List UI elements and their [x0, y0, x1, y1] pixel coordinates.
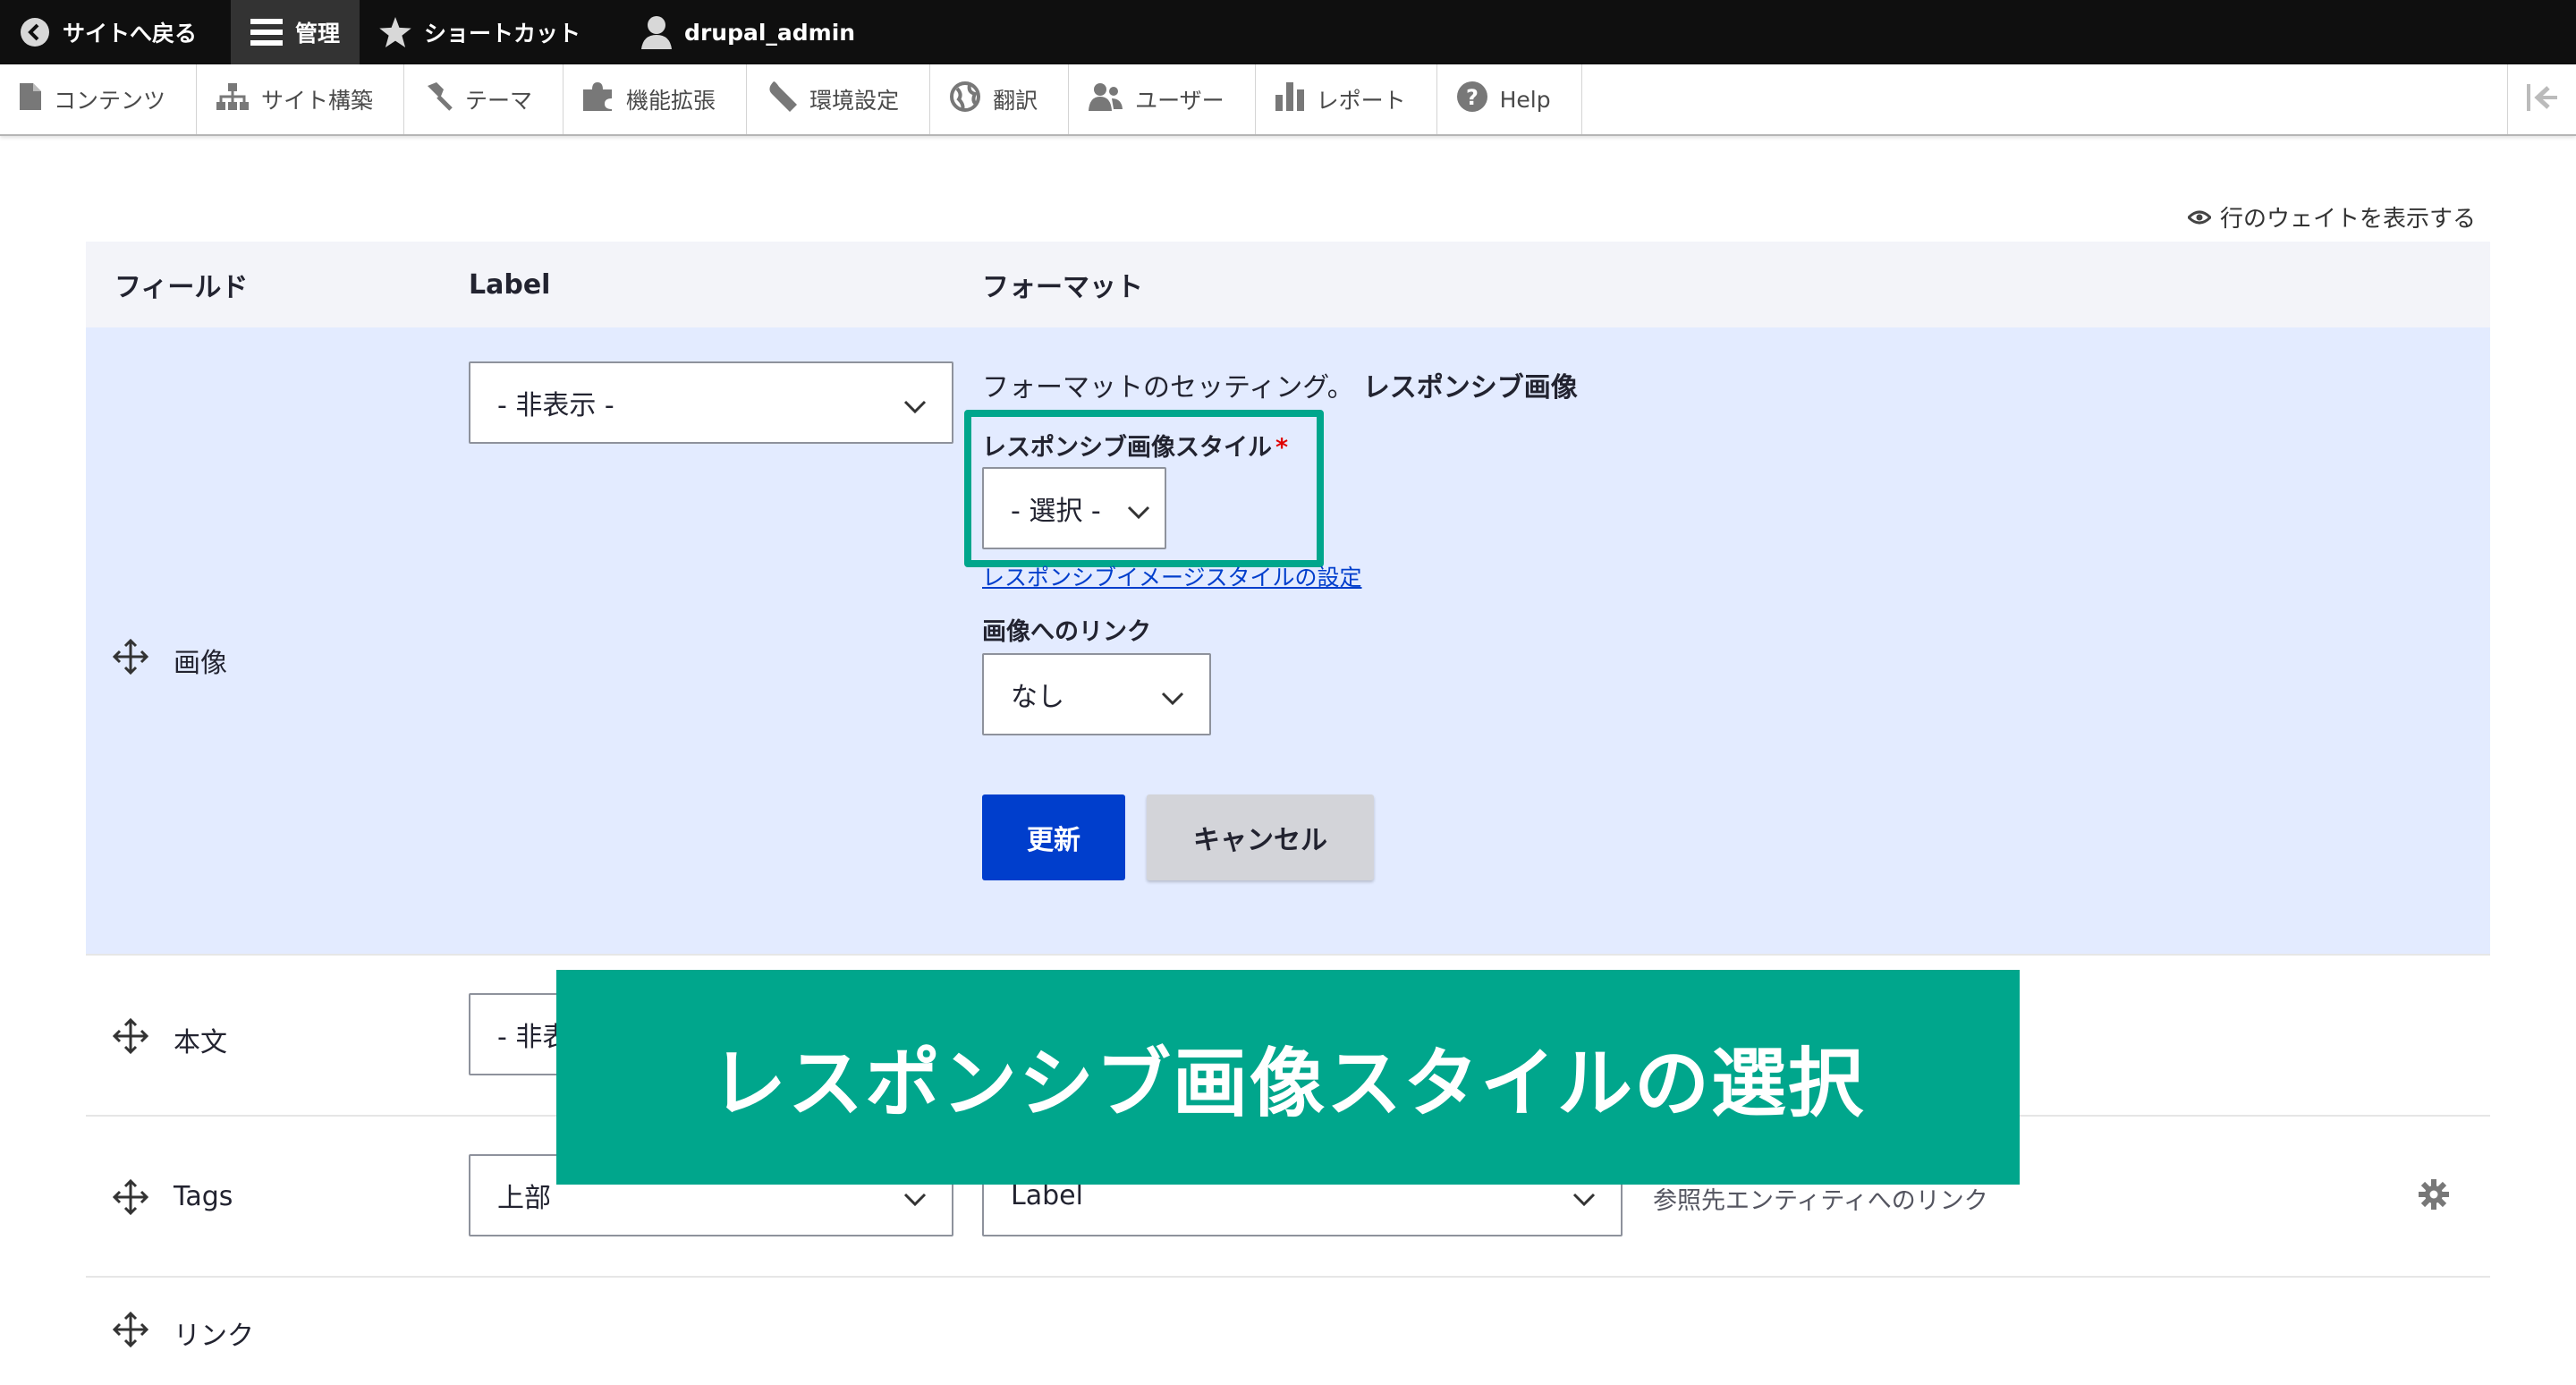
tray-orientation-toggle[interactable] [2507, 64, 2576, 134]
chevron-down-icon [1161, 682, 1184, 713]
document-icon [20, 83, 41, 115]
eye-icon [2186, 204, 2213, 231]
drag-handle-icon[interactable] [113, 1018, 148, 1054]
table-row-image: 画像 - 非表示 - フォーマットのセッティング。 レスポンシブ画像 レスポンシブ… [86, 327, 2490, 956]
label-select-image-value: - 非表示 - [497, 390, 614, 421]
collapse-left-icon [2527, 84, 2557, 115]
tray-item-appearance[interactable]: テーマ [404, 64, 564, 134]
tray-label-help: Help [1499, 86, 1551, 113]
wrench-icon [767, 81, 798, 117]
tray-item-extend[interactable]: 機能拡張 [564, 64, 748, 134]
caption-banner: レスポンシブ画像スタイルの選択 [556, 970, 2020, 1185]
admin-toolbar: サイトへ戻る 管理 ショートカット drupal_admin [0, 0, 2576, 64]
drag-handle-icon[interactable] [113, 639, 148, 675]
image-link-label: 画像へのリンク [982, 618, 1151, 646]
tray-label-extend: 機能拡張 [626, 88, 716, 114]
format-summary-tags: 参照先エンティティへのリンク [1653, 1187, 1988, 1215]
update-button[interactable]: 更新 [982, 794, 1125, 880]
tray-label-people: ユーザー [1135, 88, 1224, 114]
paintbrush-icon [424, 82, 453, 116]
tray-item-help[interactable]: ? Help [1437, 64, 1582, 134]
shortcuts-label: ショートカット [424, 21, 581, 47]
image-link-select-value: なし [1011, 682, 1064, 713]
tray-label-structure: サイト構築 [261, 88, 374, 114]
sitemap-icon [216, 83, 250, 115]
tray-item-people[interactable]: ユーザー [1069, 64, 1256, 134]
responsive-style-select-value: - 選択 - [1011, 496, 1101, 527]
show-row-weights-toggle[interactable]: 行のウェイトを表示する [2186, 200, 2476, 234]
manage-tab[interactable]: 管理 [231, 0, 360, 64]
label-select-image[interactable]: - 非表示 - [469, 361, 953, 444]
table-row-link: リンク [86, 1278, 2490, 1385]
puzzle-icon [583, 82, 614, 116]
drag-handle-icon[interactable] [113, 1179, 148, 1215]
drag-handle-icon[interactable] [113, 1312, 148, 1347]
field-name-tags: Tags [174, 1181, 233, 1212]
star-icon [379, 17, 411, 47]
user-icon [641, 15, 673, 49]
tray-label-content: コンテンツ [54, 88, 166, 114]
header-label: Label [469, 268, 551, 301]
back-arrow-icon [20, 17, 50, 47]
field-name-link: リンク [174, 1321, 254, 1352]
tray-label-appearance: テーマ [465, 88, 533, 114]
format-settings-prefix: フォーマットのセッティング。 [982, 372, 1354, 404]
back-to-site-label: サイトへ戻る [63, 21, 198, 47]
field-name-image: 画像 [174, 648, 227, 679]
responsive-style-config-link[interactable]: レスポンシブイメージスタイルの設定 [982, 560, 1362, 592]
chevron-down-icon [1572, 1183, 1596, 1214]
required-marker: * [1275, 434, 1289, 462]
responsive-style-label: レスポンシブ画像スタイル * [982, 428, 1288, 463]
svg-text:?: ? [1466, 85, 1479, 110]
format-settings-summary: フォーマットのセッティング。 レスポンシブ画像 [982, 365, 1578, 404]
label-select-tags-value: 上部 [497, 1183, 551, 1214]
show-row-weights-label: 行のウェイトを表示する [2219, 206, 2476, 233]
field-name-body: 本文 [174, 1027, 227, 1058]
hamburger-icon [250, 19, 284, 46]
tray-label-reports: レポート [1316, 88, 1406, 114]
manage-label: 管理 [295, 21, 341, 47]
tray-item-translate[interactable]: 翻訳 [930, 64, 1070, 134]
responsive-style-select[interactable]: - 選択 - [982, 467, 1166, 549]
table-header: フィールド Label フォーマット [86, 242, 2490, 327]
tray-item-content[interactable]: コンテンツ [0, 64, 198, 134]
chevron-down-icon [1127, 496, 1150, 527]
admin-tray: コンテンツ サイト構築 テーマ 機能拡張 環境設定 翻訳 ユーザー レポート ?… [0, 64, 2576, 136]
header-format: フォーマット [982, 272, 1143, 303]
gear-icon[interactable] [2419, 1179, 2449, 1213]
tray-item-reports[interactable]: レポート [1256, 64, 1437, 134]
image-link-select[interactable]: なし [982, 653, 1211, 735]
cancel-button[interactable]: キャンセル [1147, 794, 1374, 880]
globe-icon [950, 81, 981, 117]
field-display-table: フィールド Label フォーマット 画像 - 非表示 - フォーマットのセッテ… [86, 242, 2490, 1385]
back-to-site-link[interactable]: サイトへ戻る [0, 0, 216, 64]
tray-label-config: 環境設定 [809, 88, 900, 114]
user-tab[interactable]: drupal_admin [622, 0, 875, 64]
tray-item-structure[interactable]: サイト構築 [197, 64, 405, 134]
format-settings-name: レスポンシブ画像 [1362, 372, 1578, 404]
people-icon [1089, 82, 1123, 116]
chevron-down-icon [903, 390, 927, 421]
user-label: drupal_admin [684, 19, 856, 46]
tray-label-translate: 翻訳 [993, 88, 1038, 114]
header-field: フィールド [114, 272, 249, 303]
help-icon: ? [1456, 81, 1487, 117]
tray-item-config[interactable]: 環境設定 [747, 64, 931, 134]
shortcuts-tab[interactable]: ショートカット [360, 0, 600, 64]
chevron-down-icon [903, 1183, 927, 1214]
bar-chart-icon [1275, 82, 1304, 116]
responsive-style-label-text: レスポンシブ画像スタイル [982, 434, 1272, 462]
